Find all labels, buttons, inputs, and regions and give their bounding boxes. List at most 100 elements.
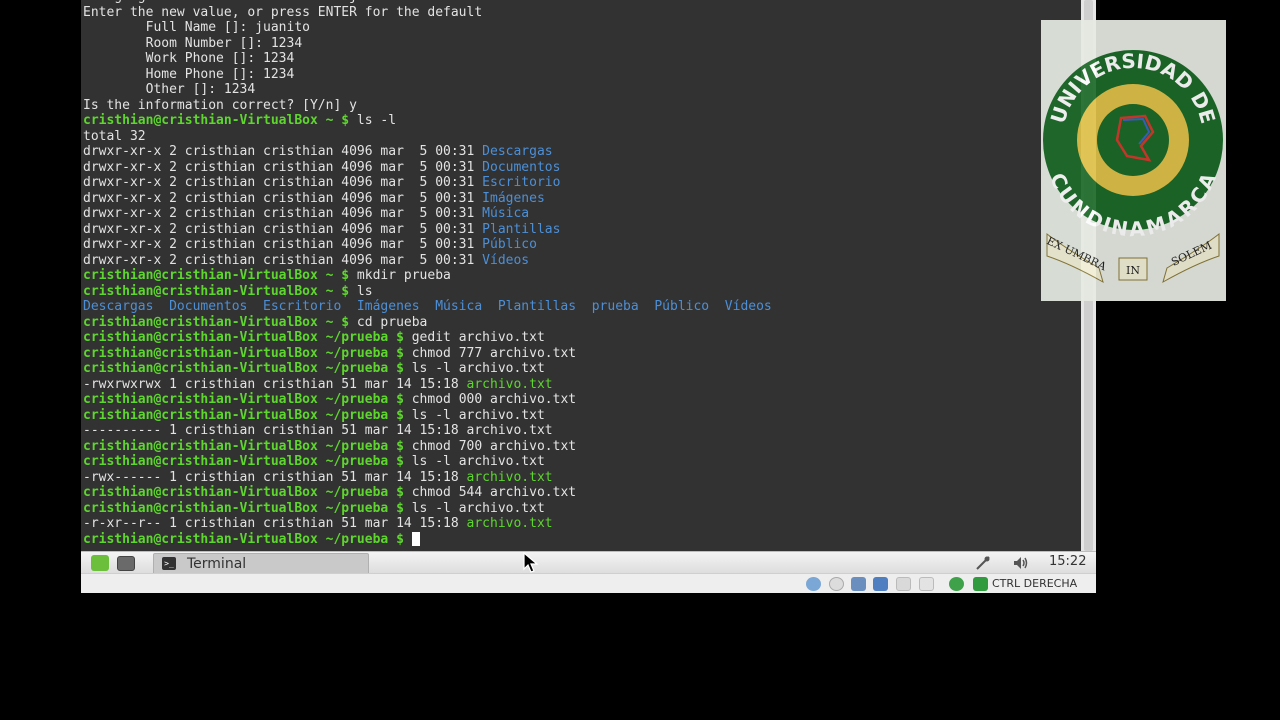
virtualbox-status-bar: CTRL DERECHA xyxy=(81,573,1096,593)
terminal-line: cristhian@cristhian-VirtualBox ~/prueba … xyxy=(83,392,772,408)
directory-name: Música xyxy=(482,206,530,221)
optical-drive-icon[interactable] xyxy=(829,577,844,591)
terminal-text: chmod 777 archivo.txt xyxy=(403,345,577,361)
terminal-text: ---------- 1 cristhian cristhian 51 mar … xyxy=(83,423,553,438)
terminal-line: Is the information correct? [Y/n] y xyxy=(83,98,772,114)
shell-prompt: cristhian@cristhian-VirtualBox ~/prueba … xyxy=(83,392,404,407)
directory-name: Descargas xyxy=(482,144,553,159)
terminal-line: Descargas Documentos Escritorio Imágenes… xyxy=(83,299,772,315)
shell-prompt: cristhian@cristhian-VirtualBox ~/prueba … xyxy=(83,531,404,547)
shell-prompt: cristhian@cristhian-VirtualBox ~/prueba … xyxy=(83,345,404,361)
terminal-text: chmod 700 archivo.txt xyxy=(403,438,577,454)
host-key-label: CTRL DERECHA xyxy=(992,577,1078,590)
terminal-text: Other []: 1234 xyxy=(83,82,256,97)
terminal-output: Changing the user information for juanit… xyxy=(83,0,772,547)
executable-file-name: archivo.txt xyxy=(466,376,553,392)
terminal-text: -rwxrwxrwx 1 cristhian cristhian 51 mar … xyxy=(83,376,467,392)
terminal-line: cristhian@cristhian-VirtualBox ~/prueba … xyxy=(83,330,772,346)
hard-disk-icon[interactable] xyxy=(806,577,821,591)
terminal-line: -r-xr--r-- 1 cristhian cristhian 51 mar … xyxy=(83,516,772,532)
mouse-pointer-icon xyxy=(523,551,539,578)
terminal-line: drwxr-xr-x 2 cristhian cristhian 4096 ma… xyxy=(83,160,772,176)
terminal-text: total 32 xyxy=(83,128,146,144)
terminal-text: Enter the new value, or press ENTER for … xyxy=(83,4,483,20)
terminal-text: Full Name []: juanito xyxy=(83,20,310,35)
terminal-text: ls -l archivo.txt xyxy=(403,361,545,376)
terminal-text: Room Number []: 1234 xyxy=(83,35,303,51)
volume-icon[interactable] xyxy=(1011,555,1031,571)
terminal-text: chmod 544 archivo.txt xyxy=(403,485,577,500)
shell-prompt: cristhian@cristhian-VirtualBox ~ $ xyxy=(83,314,350,330)
terminal-line: cristhian@cristhian-VirtualBox ~ $ cd pr… xyxy=(83,315,772,331)
terminal-line: drwxr-xr-x 2 cristhian cristhian 4096 ma… xyxy=(83,222,772,238)
terminal-text: drwxr-xr-x 2 cristhian cristhian 4096 ma… xyxy=(83,206,483,221)
virtualbox-window: Changing the user information for juanit… xyxy=(81,0,1096,593)
usb-icon[interactable] xyxy=(851,577,866,591)
university-seal: UNIVERSIDAD DE CUNDINAMARCA EX UMBRA IN … xyxy=(1043,49,1223,284)
logo-motto-center: IN xyxy=(1126,264,1140,277)
shell-prompt: cristhian@cristhian-VirtualBox ~/prueba … xyxy=(83,454,404,469)
taskbar-terminal-label: Terminal xyxy=(187,556,247,572)
show-desktop-icon[interactable] xyxy=(117,556,135,571)
directory-name: Público xyxy=(482,237,537,252)
executable-file-name: archivo.txt xyxy=(466,469,553,485)
terminal-text: -r-xr--r-- 1 cristhian cristhian 51 mar … xyxy=(83,516,467,531)
terminal-line: Enter the new value, or press ENTER for … xyxy=(83,5,772,21)
university-logo: UNIVERSIDAD DE CUNDINAMARCA EX UMBRA IN … xyxy=(1041,20,1226,301)
shell-prompt: cristhian@cristhian-VirtualBox ~ $ xyxy=(83,283,350,299)
clock[interactable]: 15:22 xyxy=(1049,554,1086,569)
terminal-line: drwxr-xr-x 2 cristhian cristhian 4096 ma… xyxy=(83,144,772,160)
terminal-text: ls xyxy=(349,283,373,299)
terminal-line: cristhian@cristhian-VirtualBox ~/prueba … xyxy=(83,501,772,517)
terminal-text: Is the information correct? [Y/n] y xyxy=(83,97,357,113)
taskbar: >_ Terminal 15:22 xyxy=(81,551,1096,575)
directory-name: Descargas Documentos Escritorio Imágenes… xyxy=(83,299,772,314)
display-icon[interactable] xyxy=(919,577,934,591)
mint-menu-icon[interactable] xyxy=(91,555,109,571)
terminal-text: chmod 000 archivo.txt xyxy=(403,392,577,407)
terminal-line: cristhian@cristhian-VirtualBox ~/prueba … xyxy=(83,346,772,362)
terminal-window[interactable]: Changing the user information for juanit… xyxy=(81,0,1081,551)
shared-folders-icon[interactable] xyxy=(896,577,911,591)
executable-file-name: archivo.txt xyxy=(466,516,553,531)
network-adapter-icon[interactable] xyxy=(873,577,888,591)
video-capture-icon[interactable] xyxy=(949,577,964,591)
terminal-line: Work Phone []: 1234 xyxy=(83,51,772,67)
directory-name: Plantillas xyxy=(482,221,561,237)
terminal-line: cristhian@cristhian-VirtualBox ~/prueba … xyxy=(83,485,772,501)
terminal-line: cristhian@cristhian-VirtualBox ~/prueba … xyxy=(83,361,772,377)
terminal-line: -rwx------ 1 cristhian cristhian 51 mar … xyxy=(83,470,772,486)
terminal-line: Other []: 1234 xyxy=(83,82,772,98)
shell-prompt: cristhian@cristhian-VirtualBox ~ $ xyxy=(83,268,350,283)
network-icon[interactable] xyxy=(974,555,992,571)
terminal-text: ls -l archivo.txt xyxy=(403,407,545,423)
directory-name: Vídeos xyxy=(482,252,530,268)
terminal-text: ls -l archivo.txt xyxy=(403,454,545,469)
terminal-text: drwxr-xr-x 2 cristhian cristhian 4096 ma… xyxy=(83,252,483,268)
mouse-integration-icon[interactable] xyxy=(973,577,988,591)
terminal-text: mkdir prueba xyxy=(349,268,451,283)
terminal-text: cd prueba xyxy=(349,314,428,330)
terminal-line: cristhian@cristhian-VirtualBox ~/prueba … xyxy=(83,439,772,455)
terminal-line: Full Name []: juanito xyxy=(83,20,772,36)
terminal-line: ---------- 1 cristhian cristhian 51 mar … xyxy=(83,423,772,439)
taskbar-terminal-button[interactable]: >_ Terminal xyxy=(153,553,369,575)
terminal-line: cristhian@cristhian-VirtualBox ~ $ mkdir… xyxy=(83,268,772,284)
terminal-text: Work Phone []: 1234 xyxy=(83,51,295,66)
terminal-text: drwxr-xr-x 2 cristhian cristhian 4096 ma… xyxy=(83,175,483,190)
text-cursor xyxy=(411,532,420,546)
terminal-line: drwxr-xr-x 2 cristhian cristhian 4096 ma… xyxy=(83,237,772,253)
shell-prompt: cristhian@cristhian-VirtualBox ~/prueba … xyxy=(83,500,404,516)
shell-prompt: cristhian@cristhian-VirtualBox ~/prueba … xyxy=(83,407,404,423)
shell-prompt: cristhian@cristhian-VirtualBox ~ $ xyxy=(83,113,350,128)
terminal-text: ls -l archivo.txt xyxy=(403,500,545,516)
terminal-line: total 32 xyxy=(83,129,772,145)
terminal-text: drwxr-xr-x 2 cristhian cristhian 4096 ma… xyxy=(83,237,483,252)
terminal-text: ls -l xyxy=(349,113,397,128)
terminal-line: -rwxrwxrwx 1 cristhian cristhian 51 mar … xyxy=(83,377,772,393)
terminal-line: Home Phone []: 1234 xyxy=(83,67,772,83)
terminal-icon: >_ xyxy=(162,557,176,570)
shell-prompt: cristhian@cristhian-VirtualBox ~/prueba … xyxy=(83,361,404,376)
terminal-text: -rwx------ 1 cristhian cristhian 51 mar … xyxy=(83,469,467,485)
